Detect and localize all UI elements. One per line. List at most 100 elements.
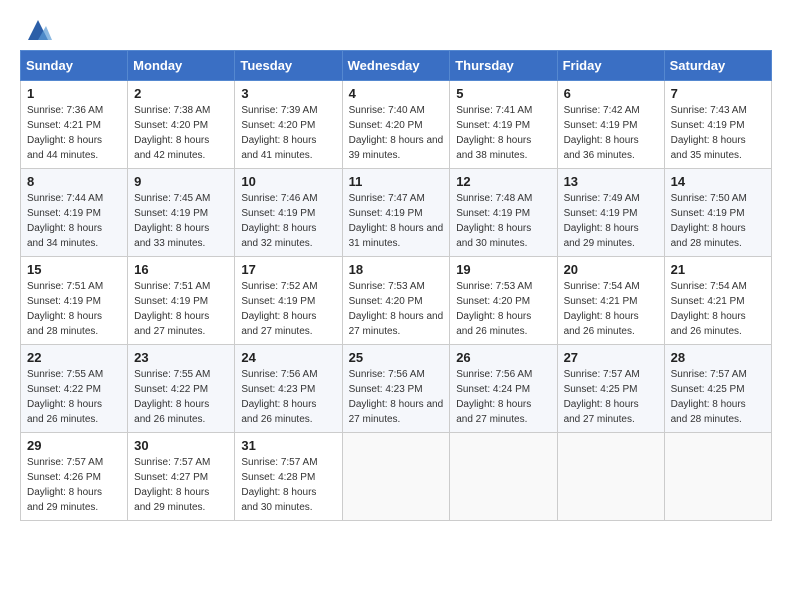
day-number: 10 (241, 174, 335, 189)
calendar-cell: 10 Sunrise: 7:46 AMSunset: 4:19 PMDayligh… (235, 169, 342, 257)
day-number: 28 (671, 350, 765, 365)
day-number: 12 (456, 174, 550, 189)
weekday-header-wednesday: Wednesday (342, 51, 450, 81)
calendar-cell: 14Sunrise: 7:50 AMSunset: 4:19 PMDayligh… (664, 169, 771, 257)
calendar-cell: 27 Sunrise: 7:57 AMSunset: 4:25 PMDayligh… (557, 345, 664, 433)
logo-icon (24, 16, 52, 44)
day-info: Sunrise: 7:57 AMSunset: 4:25 PMDaylight:… (564, 369, 640, 425)
day-info: Sunrise: 7:57 AMSunset: 4:27 PMDaylight:… (134, 457, 210, 513)
calendar-cell: 22 Sunrise: 7:55 AMSunset: 4:22 PMDayligh… (21, 345, 128, 433)
day-info: Sunrise: 7:54 AMSunset: 4:21 PMDaylight:… (671, 281, 747, 337)
day-info: Sunrise: 7:38 AMSunset: 4:20 PMDaylight:… (134, 105, 210, 161)
weekday-header-sunday: Sunday (21, 51, 128, 81)
day-number: 17 (241, 262, 335, 277)
day-info: Sunrise: 7:56 AMSunset: 4:24 PMDaylight:… (456, 369, 532, 425)
calendar-cell: 25 Sunrise: 7:56 AMSunset: 4:23 PMDayligh… (342, 345, 450, 433)
day-number: 1 (27, 86, 121, 101)
day-info: Sunrise: 7:50 AMSunset: 4:19 PMDaylight:… (671, 193, 747, 249)
weekday-header-friday: Friday (557, 51, 664, 81)
calendar-cell: 29Sunrise: 7:57 AMSunset: 4:26 PMDayligh… (21, 433, 128, 521)
day-info: Sunrise: 7:39 AMSunset: 4:20 PMDaylight:… (241, 105, 317, 161)
calendar-cell: 31 Sunrise: 7:57 AMSunset: 4:28 PMDayligh… (235, 433, 342, 521)
day-info: Sunrise: 7:55 AMSunset: 4:22 PMDaylight:… (27, 369, 103, 425)
day-number: 19 (456, 262, 550, 277)
calendar-cell: 19 Sunrise: 7:53 AMSunset: 4:20 PMDayligh… (450, 257, 557, 345)
day-number: 15 (27, 262, 121, 277)
calendar-cell: 16 Sunrise: 7:51 AMSunset: 4:19 PMDayligh… (128, 257, 235, 345)
day-number: 7 (671, 86, 765, 101)
weekday-header-thursday: Thursday (450, 51, 557, 81)
day-info: Sunrise: 7:48 AMSunset: 4:19 PMDaylight:… (456, 193, 532, 249)
day-info: Sunrise: 7:55 AMSunset: 4:22 PMDaylight:… (134, 369, 210, 425)
day-info: Sunrise: 7:51 AMSunset: 4:19 PMDaylight:… (27, 281, 103, 337)
day-number: 20 (564, 262, 658, 277)
day-info: Sunrise: 7:56 AMSunset: 4:23 PMDaylight:… (349, 369, 444, 425)
day-number: 31 (241, 438, 335, 453)
day-info: Sunrise: 7:36 AMSunset: 4:21 PMDaylight:… (27, 105, 103, 161)
day-number: 5 (456, 86, 550, 101)
calendar-cell: 9 Sunrise: 7:45 AMSunset: 4:19 PMDaylight… (128, 169, 235, 257)
day-info: Sunrise: 7:51 AMSunset: 4:19 PMDaylight:… (134, 281, 210, 337)
day-number: 4 (349, 86, 444, 101)
day-number: 16 (134, 262, 228, 277)
day-number: 21 (671, 262, 765, 277)
day-number: 27 (564, 350, 658, 365)
weekday-header-tuesday: Tuesday (235, 51, 342, 81)
calendar-cell: 23 Sunrise: 7:55 AMSunset: 4:22 PMDayligh… (128, 345, 235, 433)
day-number: 29 (27, 438, 121, 453)
day-info: Sunrise: 7:53 AMSunset: 4:20 PMDaylight:… (349, 281, 444, 337)
day-number: 6 (564, 86, 658, 101)
day-number: 8 (27, 174, 121, 189)
day-info: Sunrise: 7:57 AMSunset: 4:28 PMDaylight:… (241, 457, 317, 513)
weekday-header-saturday: Saturday (664, 51, 771, 81)
day-info: Sunrise: 7:45 AMSunset: 4:19 PMDaylight:… (134, 193, 210, 249)
day-number: 2 (134, 86, 228, 101)
calendar-cell (450, 433, 557, 521)
day-number: 24 (241, 350, 335, 365)
day-info: Sunrise: 7:57 AMSunset: 4:25 PMDaylight:… (671, 369, 747, 425)
day-info: Sunrise: 7:42 AMSunset: 4:19 PMDaylight:… (564, 105, 640, 161)
calendar-cell: 28 Sunrise: 7:57 AMSunset: 4:25 PMDayligh… (664, 345, 771, 433)
calendar-cell: 13 Sunrise: 7:49 AMSunset: 4:19 PMDayligh… (557, 169, 664, 257)
calendar-cell: 12 Sunrise: 7:48 AMSunset: 4:19 PMDayligh… (450, 169, 557, 257)
calendar-cell: 24 Sunrise: 7:56 AMSunset: 4:23 PMDayligh… (235, 345, 342, 433)
day-info: Sunrise: 7:44 AMSunset: 4:19 PMDaylight:… (27, 193, 103, 249)
calendar-cell: 30 Sunrise: 7:57 AMSunset: 4:27 PMDayligh… (128, 433, 235, 521)
day-number: 11 (349, 174, 444, 189)
day-number: 26 (456, 350, 550, 365)
day-number: 23 (134, 350, 228, 365)
day-info: Sunrise: 7:41 AMSunset: 4:19 PMDaylight:… (456, 105, 532, 161)
calendar-cell: 2 Sunrise: 7:38 AMSunset: 4:20 PMDaylight… (128, 81, 235, 169)
calendar-cell (342, 433, 450, 521)
calendar-cell: 17Sunrise: 7:52 AMSunset: 4:19 PMDayligh… (235, 257, 342, 345)
calendar-cell (664, 433, 771, 521)
calendar-cell: 5 Sunrise: 7:41 AMSunset: 4:19 PMDaylight… (450, 81, 557, 169)
calendar-cell: 4 Sunrise: 7:40 AMSunset: 4:20 PMDaylight… (342, 81, 450, 169)
day-info: Sunrise: 7:47 AMSunset: 4:19 PMDaylight:… (349, 193, 444, 249)
logo (20, 16, 52, 42)
calendar-cell: 7 Sunrise: 7:43 AMSunset: 4:19 PMDaylight… (664, 81, 771, 169)
weekday-header-monday: Monday (128, 51, 235, 81)
day-info: Sunrise: 7:53 AMSunset: 4:20 PMDaylight:… (456, 281, 532, 337)
calendar-table: SundayMondayTuesdayWednesdayThursdayFrid… (20, 50, 772, 521)
day-info: Sunrise: 7:40 AMSunset: 4:20 PMDaylight:… (349, 105, 444, 161)
day-info: Sunrise: 7:56 AMSunset: 4:23 PMDaylight:… (241, 369, 317, 425)
day-info: Sunrise: 7:49 AMSunset: 4:19 PMDaylight:… (564, 193, 640, 249)
calendar-cell: 20Sunrise: 7:54 AMSunset: 4:21 PMDayligh… (557, 257, 664, 345)
calendar-cell: 26 Sunrise: 7:56 AMSunset: 4:24 PMDayligh… (450, 345, 557, 433)
page-header (20, 16, 772, 42)
day-number: 3 (241, 86, 335, 101)
day-number: 22 (27, 350, 121, 365)
calendar-cell: 18Sunrise: 7:53 AMSunset: 4:20 PMDayligh… (342, 257, 450, 345)
day-number: 25 (349, 350, 444, 365)
calendar-header: SundayMondayTuesdayWednesdayThursdayFrid… (21, 51, 772, 81)
day-number: 9 (134, 174, 228, 189)
calendar-cell: 8 Sunrise: 7:44 AMSunset: 4:19 PMDaylight… (21, 169, 128, 257)
day-info: Sunrise: 7:46 AMSunset: 4:19 PMDaylight:… (241, 193, 317, 249)
day-info: Sunrise: 7:43 AMSunset: 4:19 PMDaylight:… (671, 105, 747, 161)
day-number: 13 (564, 174, 658, 189)
calendar-cell: 15 Sunrise: 7:51 AMSunset: 4:19 PMDayligh… (21, 257, 128, 345)
calendar-cell: 11 Sunrise: 7:47 AMSunset: 4:19 PMDayligh… (342, 169, 450, 257)
day-number: 30 (134, 438, 228, 453)
calendar-cell (557, 433, 664, 521)
